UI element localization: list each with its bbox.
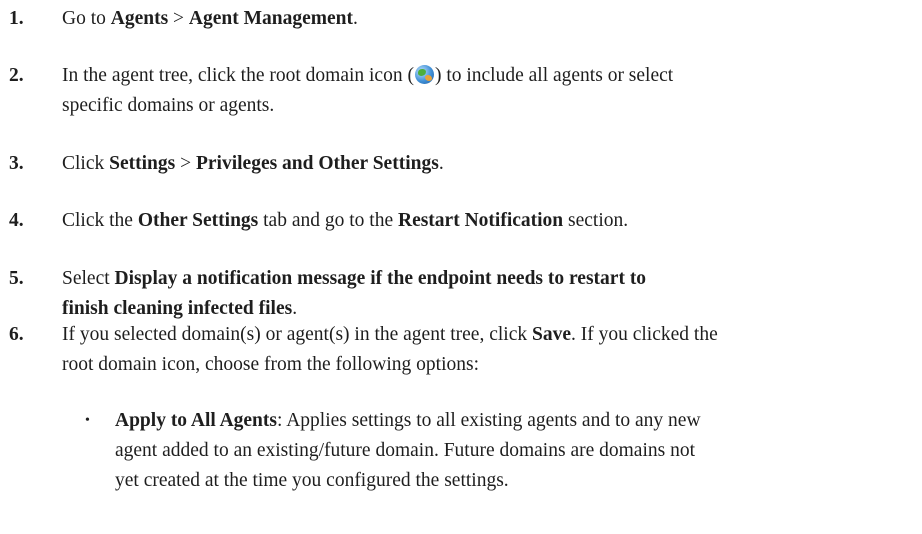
step-number: 2. [9, 65, 24, 86]
button-save-ref: Save [531, 324, 571, 345]
step-text: Click the Other Settings tab and go to t… [62, 210, 629, 231]
instruction-document: 1. Go to Agents > Agent Management. 2. I… [0, 0, 922, 534]
menu-settings: Settings [109, 153, 176, 174]
menu-agents: Agents [110, 8, 169, 29]
bullet-symbol: • [85, 413, 90, 428]
bullet-text: Apply to All Agents: Applies settings to… [115, 410, 701, 491]
option-display-notification: Display a notification message if the en… [114, 268, 647, 289]
step-text: Select Display a notification message if… [62, 268, 647, 319]
menu-privileges-and-other-settings: Privileges and Other Settings [195, 153, 439, 174]
step-text: Go to Agents > Agent Management. [62, 8, 358, 29]
root-domain-globe-icon [414, 65, 434, 84]
step-text: In the agent tree, click the root domain… [62, 65, 674, 116]
section-restart-notification: Restart Notification [397, 210, 564, 231]
step-number: 1. [9, 8, 24, 29]
option-display-notification-cont: finish cleaning infected files [62, 298, 293, 319]
step-text: Click Settings > Privileges and Other Se… [62, 153, 444, 174]
tab-other-settings: Other Settings [137, 210, 259, 231]
step-number: 6. [9, 324, 24, 345]
step-number: 3. [9, 153, 24, 174]
step-text: If you selected domain(s) or agent(s) in… [62, 324, 718, 375]
step-number: 4. [9, 210, 24, 231]
step-number: 5. [9, 268, 24, 289]
menu-agent-management: Agent Management [188, 8, 354, 29]
option-apply-to-all-agents: Apply to All Agents [115, 410, 277, 431]
